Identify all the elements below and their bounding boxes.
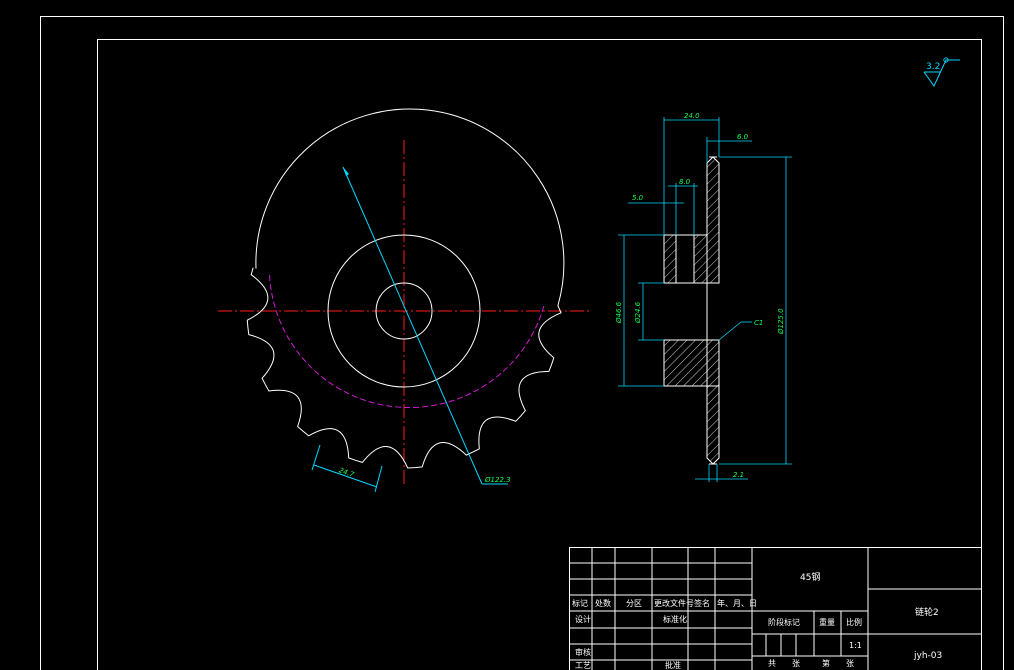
tooth-pitch-label: 24.7 — [338, 466, 356, 479]
tb-sheet-unit-1: 张 — [792, 659, 800, 668]
step-width-label: 5.0 — [632, 194, 644, 202]
plate-thickness-label: 6.0 — [737, 133, 749, 141]
tb-header-change: 更改文件号 — [654, 598, 694, 608]
title-block-text: 标记 处数 分区 更改文件号 签名 年、月、日 设计 标准化 审核 工艺 批准 … — [572, 571, 942, 670]
tb-designer: 设计 — [575, 614, 591, 624]
tb-sheet-total: 共 — [768, 659, 776, 668]
plate-lower-section — [706, 385, 720, 465]
cad-drawing: 3.2 Ø122.3 24.7 24.0 6.0 8.0 5.0 Ø46.6 Ø… — [40, 16, 1004, 670]
chamfer-label: C1 — [754, 319, 763, 327]
tb-weight: 重量 — [819, 617, 835, 627]
tb-process: 工艺 — [575, 661, 591, 670]
tb-header-mark: 标记 — [572, 598, 588, 608]
outer-diameter-front-label: Ø122.3 — [484, 476, 511, 484]
front-view: Ø122.3 24.7 — [218, 108, 592, 493]
outer-border — [40, 16, 1004, 670]
outer-diameter-side-label: Ø125.0 — [777, 308, 785, 335]
diameter-leader — [342, 166, 483, 485]
bore-diameter-label: Ø24.6 — [634, 301, 642, 324]
hub-upper-section — [663, 234, 677, 284]
hub-width-label: 24.0 — [684, 112, 700, 120]
tip-width-label: 2.1 — [733, 471, 744, 479]
tb-header-count: 处数 — [595, 598, 611, 608]
inner-frame — [97, 39, 982, 670]
tb-header-date: 年、月、日 — [717, 598, 757, 608]
tb-standardization: 标准化 — [663, 614, 687, 624]
tb-approve: 批准 — [665, 660, 681, 670]
tb-drawing-number: jyh-03 — [913, 651, 942, 661]
side-view: 24.0 6.0 8.0 5.0 Ø46.6 Ø24.6 C1 Ø125.0 2… — [615, 112, 792, 482]
tb-sheet-unit-2: 张 — [846, 659, 854, 668]
pitch-ext-right — [374, 465, 383, 493]
diameter-arrow-top — [343, 167, 349, 176]
surface-finish-symbol: 3.2 — [923, 57, 960, 87]
hub-diameter-label: Ø46.6 — [615, 301, 623, 324]
chamfer-leader — [718, 321, 742, 341]
sprocket-outline — [246, 108, 565, 469]
tb-stage-mark: 阶段标记 — [768, 617, 800, 627]
tb-scale-value: 1:1 — [849, 641, 862, 650]
tb-material: 45钢 — [800, 571, 820, 583]
tb-scale: 比例 — [846, 617, 862, 627]
tb-header-sign: 签名 — [694, 598, 710, 608]
tb-header-zone: 分区 — [626, 599, 642, 608]
hub-lower-section — [663, 339, 720, 387]
surface-finish-value: 3.2 — [926, 62, 940, 72]
tb-part-name: 链轮2 — [915, 606, 939, 618]
groove-width-label: 8.0 — [679, 178, 691, 186]
tb-review: 审核 — [575, 647, 591, 657]
tb-sheet-number: 第 — [822, 658, 830, 668]
